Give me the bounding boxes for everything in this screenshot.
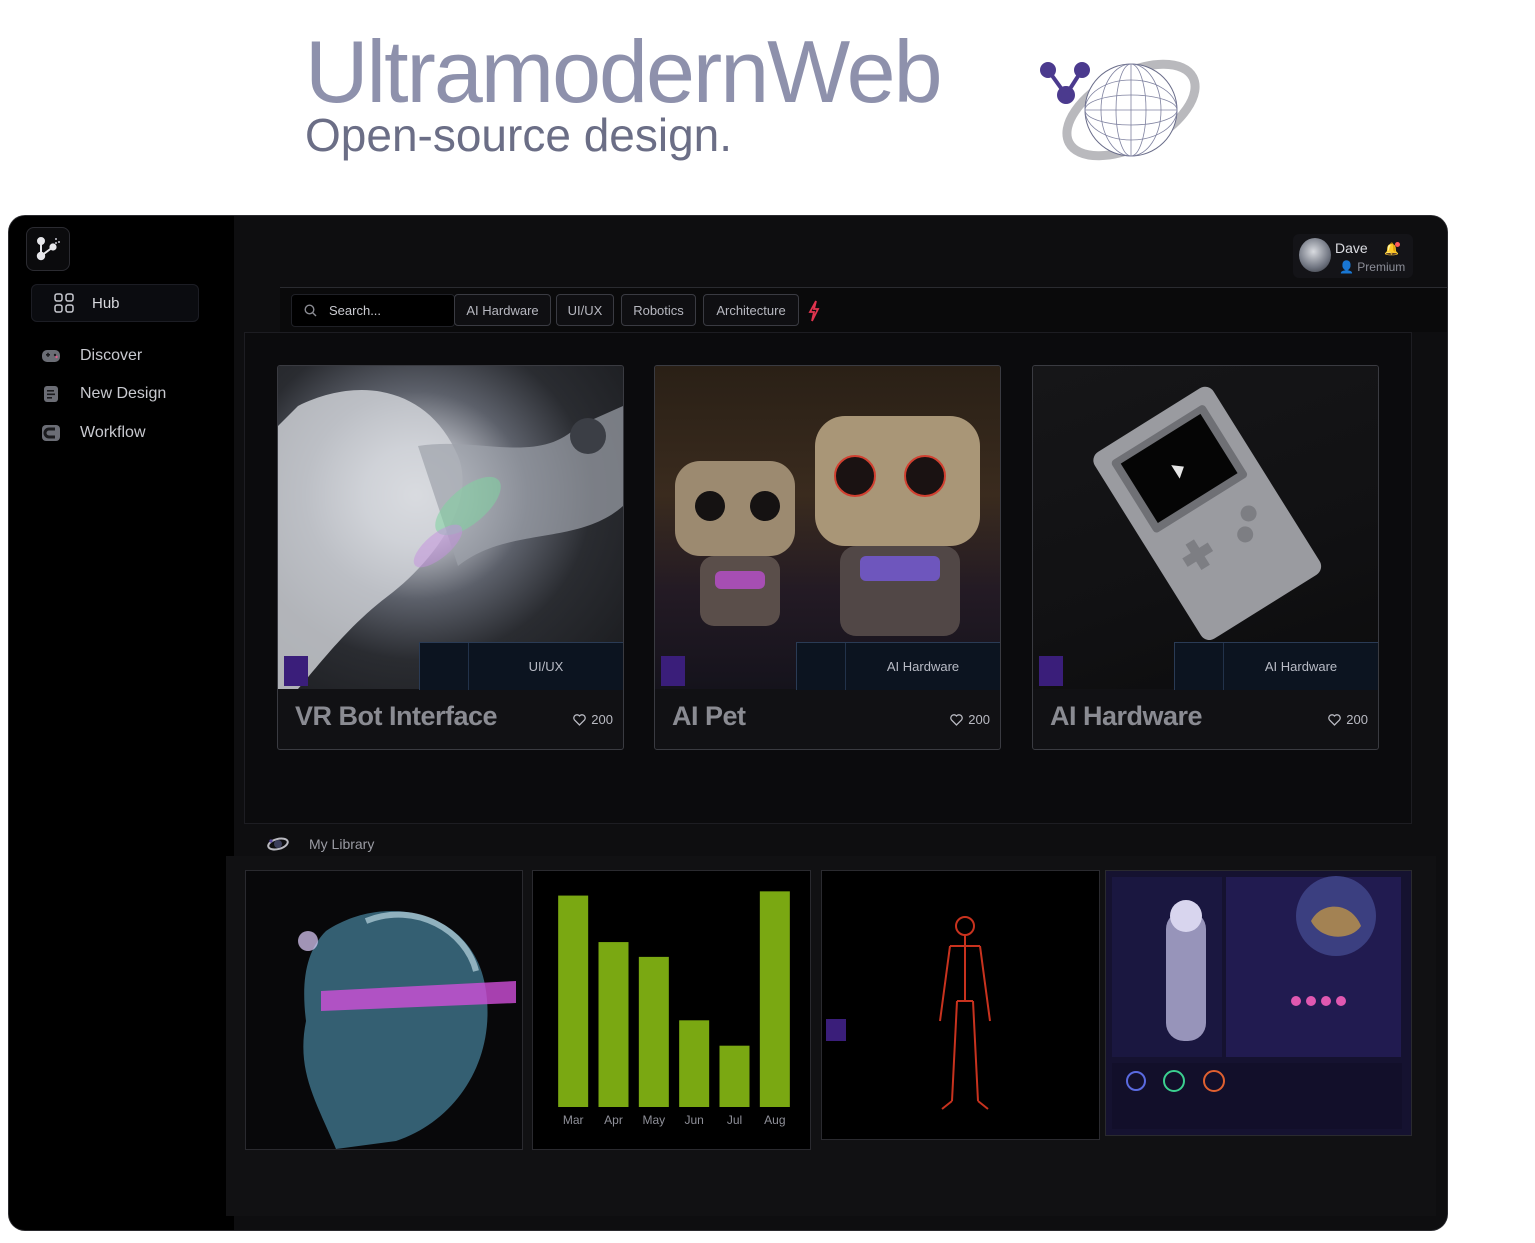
x-tick-label: Aug: [764, 1113, 785, 1127]
bar-apr: [598, 942, 629, 1107]
card-tag-label: AI Hardware: [886, 659, 960, 674]
library-tile[interactable]: [1105, 870, 1412, 1136]
user-menu[interactable]: Dave 🔔 👤 Premium: [1293, 234, 1413, 278]
card-image: [655, 366, 1000, 689]
person-icon: 👤: [1339, 260, 1354, 274]
user-name: Dave: [1335, 240, 1368, 256]
hero-title: UltramodernWeb: [305, 22, 943, 121]
card-tag-label: UI/UX: [528, 659, 564, 674]
like-count: 200: [1346, 712, 1368, 727]
planet-logo-icon: [1040, 59, 1200, 161]
branch-logo-icon: [36, 237, 60, 261]
featured-panel: UI/UX VR Bot Interface 200 AI Hardware A…: [244, 332, 1412, 824]
sidebar-item-label: Workflow: [80, 424, 146, 441]
avatar[interactable]: [1299, 238, 1331, 272]
sidebar-item-hub[interactable]: Hub: [31, 284, 199, 322]
main-content: Dave 🔔 👤 Premium AI Hardware UI/UX Robot…: [226, 216, 1447, 1230]
bolt-icon[interactable]: [808, 300, 820, 322]
accent-square: [284, 656, 308, 686]
library-tile[interactable]: Mar Apr May Jun Jul Aug: [532, 870, 811, 1150]
sidebar-item-label: Hub: [92, 294, 120, 312]
search-input[interactable]: [327, 302, 441, 319]
robot-render-icon: [278, 390, 623, 689]
x-tick-label: Jul: [727, 1113, 742, 1127]
bar-mar: [558, 895, 589, 1107]
search-icon: [304, 304, 317, 317]
x-tick-label: May: [642, 1113, 665, 1127]
vr-head-image-icon: [246, 871, 522, 1149]
accent-square: [661, 656, 685, 686]
sidebar-item-new-design[interactable]: New Design: [41, 381, 166, 407]
design-card[interactable]: AI Hardware AI Hardware 200: [1032, 365, 1379, 750]
bar-may: [638, 956, 669, 1107]
library-title: My Library: [309, 836, 375, 852]
filter-chip-ui-ux[interactable]: UI/UX: [556, 294, 614, 326]
library-tile[interactable]: [245, 870, 523, 1150]
library-tile[interactable]: [821, 870, 1100, 1140]
filter-chip-robotics[interactable]: Robotics: [621, 294, 696, 326]
notification-dot: [1395, 242, 1400, 247]
handheld-console-icon: [1093, 386, 1322, 640]
like-button[interactable]: 200: [1328, 712, 1368, 727]
card-tag: AI Hardware: [1174, 642, 1378, 690]
x-tick-label: Mar: [563, 1113, 584, 1127]
card-tag: AI Hardware: [796, 642, 1000, 690]
card-tag-label: AI Hardware: [1264, 659, 1338, 674]
grid-icon: [54, 293, 74, 313]
card-title: AI Pet: [672, 701, 746, 731]
sidebar-item-workflow[interactable]: Workflow: [41, 420, 146, 446]
heart-icon: [950, 713, 964, 726]
x-tick-label: Jun: [684, 1113, 703, 1127]
hero-subtitle: Open-source design.: [305, 109, 733, 161]
robot-dashboard-image-icon: [1106, 871, 1411, 1135]
bar-jun: [679, 1020, 710, 1107]
gamepad-icon: [41, 347, 61, 365]
bar-chart: Mar Apr May Jun Jul Aug: [558, 891, 790, 1127]
robot-pets-icon: [675, 416, 980, 636]
card-title: AI Hardware: [1050, 701, 1203, 731]
heart-icon: [573, 713, 587, 726]
bar-jul: [719, 1045, 750, 1107]
heart-icon: [1328, 713, 1342, 726]
card-tag: UI/UX: [419, 642, 623, 690]
accent-square: [1039, 656, 1063, 686]
filter-chip-ai-hardware[interactable]: AI Hardware: [454, 294, 551, 326]
document-icon: [41, 385, 61, 403]
like-count: 200: [591, 712, 613, 727]
workflow-icon: [41, 424, 61, 442]
sidebar-item-label: New Design: [80, 385, 167, 402]
planet-icon: [267, 837, 289, 851]
design-card[interactable]: AI Hardware AI Pet 200: [654, 365, 1001, 750]
like-count: 200: [968, 712, 990, 727]
sidebar: Hub Discover New Design Workflow: [9, 216, 234, 1230]
card-image: [1033, 366, 1378, 689]
library-header: My Library: [267, 836, 374, 852]
anatomy-figure-image-icon: [822, 871, 1099, 1139]
bar-aug: [759, 891, 790, 1107]
user-role: 👤 Premium: [1339, 260, 1405, 274]
design-card[interactable]: UI/UX VR Bot Interface 200: [277, 365, 624, 750]
sidebar-item-discover[interactable]: Discover: [41, 343, 142, 369]
card-image: [278, 366, 623, 689]
like-button[interactable]: 200: [573, 712, 613, 727]
sidebar-item-label: Discover: [80, 347, 143, 364]
app-logo[interactable]: [26, 227, 70, 271]
filter-chip-architecture[interactable]: Architecture: [703, 294, 799, 326]
x-tick-label: Apr: [604, 1113, 623, 1127]
like-button[interactable]: 200: [950, 712, 990, 727]
card-title: VR Bot Interface: [295, 701, 498, 731]
filter-toolbar: AI Hardware UI/UX Robotics Architecture: [280, 288, 1447, 332]
user-role-label: Premium: [1357, 260, 1406, 274]
app-window: Hub Discover New Design Workflow Dave 🔔: [9, 216, 1447, 1230]
search-box[interactable]: [291, 294, 455, 327]
